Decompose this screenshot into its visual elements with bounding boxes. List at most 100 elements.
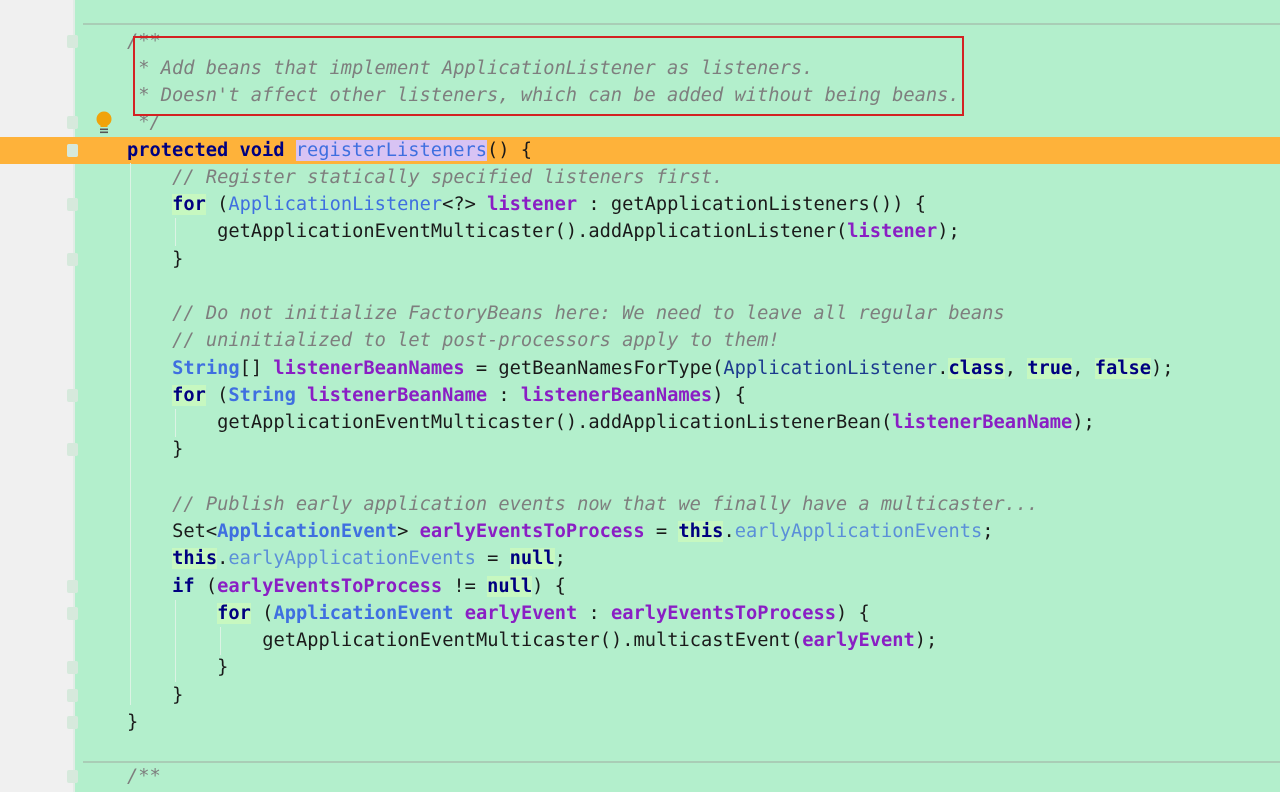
code-line[interactable]: } <box>0 709 1280 736</box>
code-line-current[interactable]: protected void registerListeners() { <box>0 136 1280 164</box>
code-text: for (ApplicationListener<?> listener : g… <box>172 191 926 218</box>
code-token: earlyEventsToProcess <box>611 602 837 624</box>
code-token: ApplicationEvent <box>217 521 398 542</box>
code-line[interactable]: /** <box>0 763 1280 790</box>
code-token: , <box>1072 357 1095 379</box>
code-token: getApplicationEventMulticaster().addAppl… <box>217 221 848 243</box>
code-line[interactable]: } <box>0 654 1280 681</box>
code-token: listenerBeanNames <box>273 357 465 379</box>
code-token: ; <box>982 521 994 542</box>
code-token: ApplicationEvent <box>273 602 454 624</box>
code-line[interactable]: for (String listenerBeanName : listenerB… <box>0 382 1280 409</box>
code-token: ; <box>554 548 566 570</box>
code-text: for (String listenerBeanName : listenerB… <box>172 382 746 409</box>
fold-marker-icon[interactable] <box>67 34 78 48</box>
code-token: ) { <box>712 384 746 406</box>
code-token: ( <box>250 602 274 624</box>
code-line[interactable]: // Register statically specified listene… <box>0 164 1280 191</box>
code-line[interactable]: } <box>0 682 1280 709</box>
code-token: ApplicationListener <box>723 357 938 379</box>
code-line[interactable] <box>0 273 1280 300</box>
code-token: <?> <box>442 194 488 215</box>
code-line[interactable]: for (ApplicationEvent earlyEvent : early… <box>0 600 1280 627</box>
code-token: earlyEvent <box>802 630 915 651</box>
code-line[interactable]: getApplicationEventMulticaster().addAppl… <box>0 409 1280 436</box>
code-line[interactable] <box>0 736 1280 763</box>
code-line[interactable]: // Do not initialize FactoryBeans here: … <box>0 300 1280 327</box>
fold-marker-icon[interactable] <box>67 252 78 266</box>
fold-marker-icon[interactable] <box>67 606 78 620</box>
code-text: for (ApplicationEvent earlyEvent : early… <box>217 600 870 627</box>
code-token: this <box>172 548 218 570</box>
code-token: ( <box>194 575 218 597</box>
code-token: true <box>1027 357 1073 379</box>
code-token: getApplicationEventMulticaster().multica… <box>262 630 803 651</box>
annotation-highlight-box <box>133 36 964 116</box>
code-line[interactable]: getApplicationEventMulticaster().multica… <box>0 627 1280 654</box>
fold-marker-icon[interactable] <box>67 579 78 593</box>
code-token: earlyApplicationEvents <box>734 521 983 542</box>
code-token: : getApplicationListeners()) { <box>577 194 926 215</box>
code-token: } <box>172 248 184 270</box>
code-line[interactable]: String[] listenerBeanNames = getBeanName… <box>0 355 1280 382</box>
lightbulb-icon[interactable] <box>95 111 113 135</box>
fold-marker-icon[interactable] <box>67 443 78 457</box>
fold-marker-icon[interactable] <box>67 688 78 702</box>
code-token: for <box>217 602 251 624</box>
code-token: ); <box>1072 412 1095 433</box>
code-token: // Register statically specified listene… <box>172 166 724 188</box>
indent-guide <box>175 409 176 437</box>
code-line[interactable]: if (earlyEventsToProcess != null) { <box>0 573 1280 600</box>
code-token: } <box>217 657 229 679</box>
code-token: this <box>678 521 724 542</box>
code-token: . <box>937 357 949 379</box>
code-token: // uninitialized to let post-processors … <box>172 330 780 352</box>
code-text: getApplicationEventMulticaster().addAppl… <box>217 409 1095 436</box>
code-text: if (earlyEventsToProcess != null) { <box>172 573 566 600</box>
code-line[interactable]: // Publish early application events now … <box>0 491 1280 518</box>
fold-marker-icon[interactable] <box>67 116 78 130</box>
code-token: listener <box>487 194 578 215</box>
indent-guide <box>220 627 221 655</box>
code-text: // uninitialized to let post-processors … <box>172 327 780 354</box>
code-token: protected void <box>127 139 296 161</box>
code-token: for <box>172 194 206 215</box>
code-line[interactable]: } <box>0 246 1280 273</box>
code-token: ApplicationListener <box>228 194 443 215</box>
code-token: ); <box>914 630 938 651</box>
fold-marker-icon[interactable] <box>67 715 78 729</box>
code-token: ( <box>205 384 229 406</box>
method-separator <box>83 23 1280 25</box>
code-text: } <box>127 709 138 736</box>
fold-marker-icon[interactable] <box>67 198 78 211</box>
code-text: getApplicationEventMulticaster().multica… <box>262 627 937 654</box>
code-line[interactable]: this.earlyApplicationEvents = null; <box>0 545 1280 572</box>
code-token: . <box>723 521 735 542</box>
code-token: String <box>172 357 240 379</box>
code-line[interactable]: getApplicationEventMulticaster().addAppl… <box>0 218 1280 245</box>
indent-guide <box>130 163 131 705</box>
code-token: earlyEvent <box>464 602 578 624</box>
code-text: String[] listenerBeanNames = getBeanName… <box>172 355 1174 382</box>
fold-marker-icon[interactable] <box>67 770 78 784</box>
fold-marker-icon[interactable] <box>67 388 78 402</box>
code-token: null <box>509 548 555 570</box>
code-text: /** <box>127 763 161 790</box>
fold-marker-icon[interactable] <box>67 143 78 157</box>
code-line[interactable]: for (ApplicationListener<?> listener : g… <box>0 191 1280 218</box>
code-line[interactable]: // uninitialized to let post-processors … <box>0 327 1280 354</box>
code-line[interactable]: } <box>0 436 1280 463</box>
code-token: . <box>217 548 229 570</box>
code-token: false <box>1094 357 1152 379</box>
code-line[interactable] <box>0 464 1280 491</box>
code-token: getApplicationEventMulticaster().addAppl… <box>217 412 893 433</box>
code-token: ); <box>937 221 960 243</box>
code-text: // Do not initialize FactoryBeans here: … <box>172 300 1005 327</box>
code-text: protected void registerListeners() { <box>127 137 532 164</box>
code-token: = getBeanNamesForType( <box>464 357 724 379</box>
code-text: } <box>217 654 228 681</box>
fold-marker-icon[interactable] <box>67 661 78 675</box>
code-token: // Publish early application events now … <box>172 493 1039 515</box>
code-line[interactable]: Set<ApplicationEvent> earlyEventsToProce… <box>0 518 1280 545</box>
